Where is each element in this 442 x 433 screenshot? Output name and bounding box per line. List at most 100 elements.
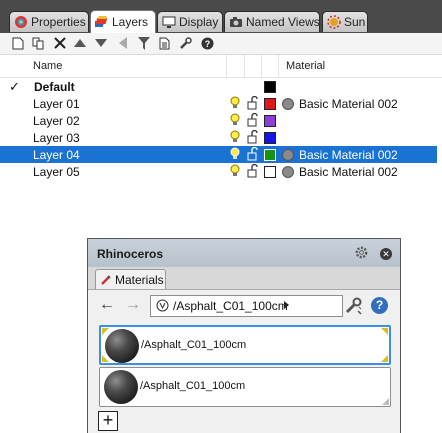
tab-label: Layers — [112, 15, 149, 29]
tab-label: Properties — [31, 15, 86, 29]
properties-icon — [15, 16, 27, 28]
column-divider — [226, 55, 227, 77]
new-layer-icon[interactable] — [11, 36, 25, 50]
layer-row-default[interactable]: ✓ Default — [0, 78, 437, 95]
delete-icon[interactable] — [53, 36, 67, 50]
layer-color-swatch[interactable] — [264, 149, 276, 161]
back-arrow-icon[interactable]: ← — [98, 297, 116, 313]
new-sublayer-icon[interactable] — [31, 36, 45, 50]
layer-material[interactable]: Basic Material 002 — [299, 165, 398, 179]
current-layer-check-icon[interactable]: ✓ — [9, 79, 20, 95]
material-card-label: /Asphalt_C01_100cm — [140, 380, 246, 392]
filter-icon[interactable] — [137, 36, 151, 50]
layer-color-swatch[interactable] — [264, 81, 276, 93]
resize-grip-icon — [382, 398, 389, 405]
layer-list-icon[interactable] — [157, 36, 171, 50]
forward-arrow-icon[interactable]: → — [124, 297, 142, 313]
layer-color-swatch[interactable] — [264, 132, 276, 144]
path-expand-arrow-icon[interactable] — [284, 301, 289, 309]
unlocked-icon[interactable] — [247, 164, 258, 178]
material-root-icon — [156, 299, 169, 312]
lightbulb-on-icon[interactable] — [230, 147, 240, 161]
corner-marker — [381, 355, 388, 362]
material-card-label: /Asphalt_C01_100cm — [141, 339, 247, 351]
help-icon[interactable]: ? — [200, 36, 214, 50]
material-navigation: ← → /Asphalt_C01_100cm ? — [88, 291, 400, 321]
layer-name: Layer 01 — [33, 97, 80, 111]
panel-tab-row: Materials — [88, 267, 400, 290]
layer-row-05[interactable]: Layer 05 Basic Material 002 — [0, 163, 437, 180]
corner-marker — [102, 328, 109, 335]
unlocked-icon[interactable] — [247, 113, 258, 127]
material-path-breadcrumb[interactable]: /Asphalt_C01_100cm — [150, 295, 343, 317]
tab-materials[interactable]: Materials — [95, 269, 166, 289]
tab-named-views[interactable]: Named Views — [224, 11, 320, 32]
tab-label: Sun — [344, 15, 366, 29]
panel-tab-bar: Properties Layers Display Named Views Su… — [0, 0, 442, 33]
layer-row-04[interactable]: Layer 04 Basic Material 002 — [0, 146, 437, 163]
move-left-icon[interactable] — [116, 36, 130, 50]
display-icon — [162, 16, 176, 28]
materials-icon — [101, 275, 111, 285]
corner-marker — [102, 355, 109, 362]
layers-icon — [95, 16, 108, 27]
column-name[interactable]: Name — [33, 60, 62, 72]
tab-layers[interactable]: Layers — [90, 10, 156, 33]
layer-material[interactable]: Basic Material 002 — [299, 97, 398, 111]
unlocked-icon[interactable] — [247, 130, 258, 144]
material-icon — [282, 98, 294, 110]
unlocked-icon[interactable] — [247, 96, 258, 110]
column-material[interactable]: Material — [286, 60, 325, 72]
layer-color-swatch[interactable] — [264, 98, 276, 110]
layer-name: Layer 03 — [33, 131, 80, 145]
svg-text:?: ? — [204, 39, 210, 49]
close-icon[interactable]: ✕ — [380, 248, 392, 260]
column-divider — [278, 55, 279, 77]
material-card[interactable]: /Asphalt_C01_100cm — [99, 325, 391, 365]
camera-icon — [230, 17, 242, 27]
tab-display[interactable]: Display — [157, 11, 223, 32]
layers-toolbar: ? — [0, 33, 442, 55]
material-path-text: /Asphalt_C01_100cm — [173, 299, 288, 313]
material-icon — [282, 166, 294, 178]
material-preview-sphere — [104, 370, 138, 404]
lightbulb-on-icon[interactable] — [230, 164, 240, 178]
tab-properties[interactable]: Properties — [9, 11, 89, 32]
layers-column-header: Name Material — [0, 55, 442, 78]
layer-color-swatch[interactable] — [264, 115, 276, 127]
tab-label: Display — [179, 15, 219, 29]
wrench-icon[interactable] — [343, 296, 363, 316]
layer-color-swatch[interactable] — [264, 166, 276, 178]
lightbulb-on-icon[interactable] — [230, 130, 240, 144]
tools-icon[interactable] — [178, 36, 192, 50]
layer-name: Layer 02 — [33, 114, 80, 128]
column-divider — [261, 55, 262, 77]
add-material-button[interactable]: + — [98, 411, 118, 431]
layer-row-03[interactable]: Layer 03 — [0, 129, 437, 146]
panel-title: Rhinoceros — [97, 247, 164, 261]
layer-row-01[interactable]: Layer 01 Basic Material 002 — [0, 95, 437, 112]
layer-name: Layer 05 — [33, 165, 80, 179]
lightbulb-on-icon[interactable] — [230, 96, 240, 110]
lightbulb-on-icon[interactable] — [230, 113, 240, 127]
layer-row-02[interactable]: Layer 02 — [0, 112, 437, 129]
help-icon[interactable]: ? — [371, 297, 388, 314]
layer-name: Default — [34, 80, 75, 94]
tab-sun[interactable]: Sun — [322, 11, 368, 32]
material-preview-sphere — [105, 329, 139, 363]
corner-marker — [381, 328, 388, 335]
unlocked-icon[interactable] — [247, 147, 258, 161]
layer-name: Layer 04 — [33, 148, 80, 162]
gear-icon[interactable] — [354, 245, 369, 260]
sun-icon — [327, 15, 341, 29]
move-up-icon[interactable] — [73, 36, 87, 50]
material-icon — [282, 149, 294, 161]
move-down-icon[interactable] — [94, 36, 108, 50]
tab-label: Materials — [115, 273, 164, 287]
column-divider — [244, 55, 245, 77]
layer-material[interactable]: Basic Material 002 — [299, 148, 398, 162]
material-card[interactable]: /Asphalt_C01_100cm — [99, 367, 391, 407]
tab-label: Named Views — [246, 15, 320, 29]
rhinoceros-materials-panel: Rhinoceros ✕ Materials ← → /Asphalt_C01_… — [87, 238, 401, 433]
panel-title-bar[interactable]: Rhinoceros ✕ — [88, 239, 400, 267]
